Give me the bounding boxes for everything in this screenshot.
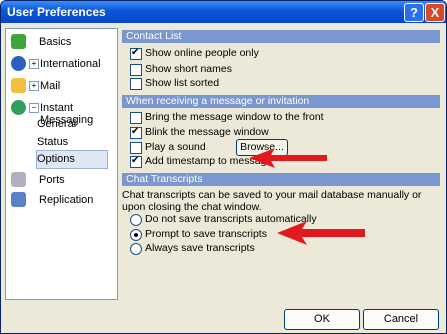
sidebar-item-international[interactable]: + International	[7, 53, 116, 75]
close-button[interactable]: X	[425, 3, 445, 22]
transcripts-description: Chat transcripts can be saved to your ma…	[122, 189, 422, 213]
sidebar-item-mail[interactable]: + Mail	[7, 75, 116, 97]
section-header-contact-list: Contact List	[122, 30, 440, 43]
collapse-icon[interactable]: −	[29, 103, 39, 113]
sidebar-subitem-status[interactable]: Status	[37, 136, 68, 148]
sidebar-item-basics[interactable]: Basics	[7, 31, 116, 53]
option-label: Bring the message window to the front	[145, 111, 324, 123]
help-button[interactable]: ?	[404, 3, 424, 22]
ports-icon	[11, 172, 26, 187]
window-title: User Preferences	[7, 5, 106, 19]
sidebar-item-ports[interactable]: Ports	[7, 169, 116, 191]
show-short-names-checkbox[interactable]	[130, 64, 142, 76]
section-header-chat-transcripts: Chat Transcripts	[122, 173, 440, 186]
annotation-arrow-icon	[249, 148, 327, 168]
no-save-radio[interactable]	[130, 214, 142, 226]
play-sound-checkbox[interactable]	[130, 142, 142, 154]
add-timestamp-checkbox[interactable]	[130, 155, 142, 168]
mail-icon	[11, 78, 26, 93]
option-label: Show online people only	[145, 47, 259, 59]
cancel-button[interactable]: Cancel	[363, 309, 439, 330]
sidebar-item-replication[interactable]: Replication	[7, 189, 116, 211]
option-label: Play a sound	[145, 141, 206, 153]
option-label: Prompt to save transcripts	[145, 228, 267, 240]
annotation-arrow-icon	[277, 221, 365, 245]
sidebar-item-instant-messaging[interactable]: − Instant Messaging	[7, 97, 116, 126]
option-label: Show short names	[145, 63, 232, 75]
category-sidebar: Basics + International + Mail − Instant …	[5, 28, 118, 300]
always-save-radio[interactable]	[130, 243, 142, 255]
expand-icon[interactable]: +	[29, 59, 39, 69]
show-online-only-checkbox[interactable]	[130, 47, 142, 60]
sidebar-subitem-options[interactable]: Options	[37, 153, 75, 165]
blink-window-checkbox[interactable]	[130, 126, 142, 139]
bring-to-front-checkbox[interactable]	[130, 112, 142, 124]
globe-icon	[11, 56, 26, 71]
option-label: Blink the message window	[145, 126, 269, 138]
show-list-sorted-checkbox[interactable]	[130, 78, 142, 90]
replication-icon	[11, 192, 26, 207]
option-label: Show list sorted	[145, 77, 220, 89]
chat-icon	[11, 100, 26, 115]
sidebar-subitem-general[interactable]: General	[37, 118, 76, 130]
ok-button[interactable]: OK	[284, 309, 360, 330]
basics-icon	[11, 34, 26, 49]
section-header-receiving: When receiving a message or invitation	[122, 95, 440, 108]
prompt-save-radio[interactable]	[130, 229, 142, 241]
expand-icon[interactable]: +	[29, 81, 39, 91]
title-bar: User Preferences ? X	[1, 1, 446, 23]
option-label: Always save transcripts	[145, 242, 255, 254]
preferences-window: User Preferences ? X Basics + Internatio…	[0, 0, 447, 334]
